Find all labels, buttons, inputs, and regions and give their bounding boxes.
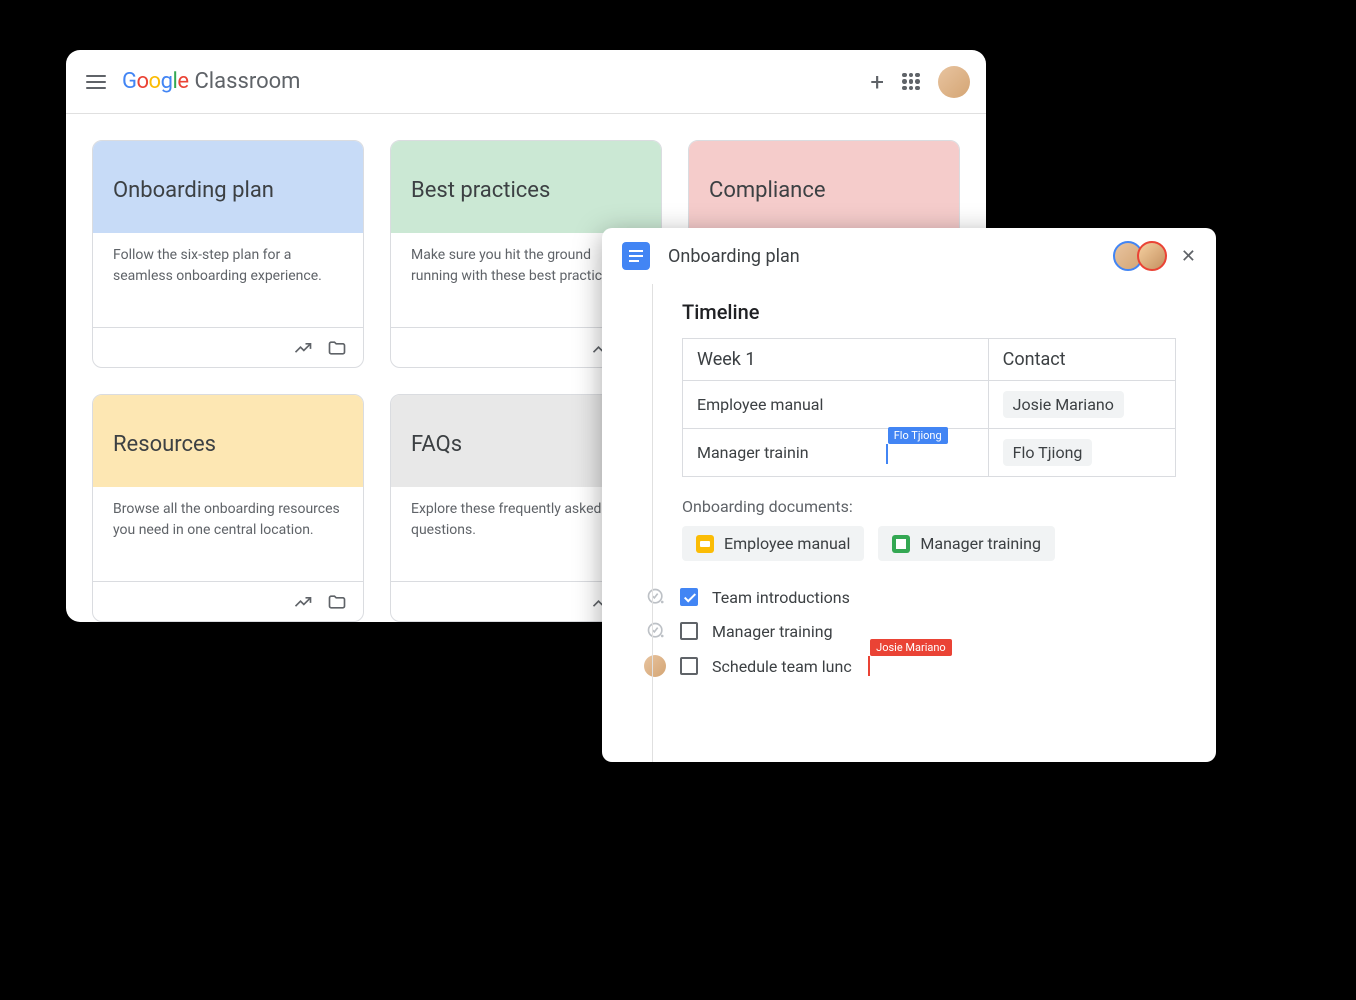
docs-title: Onboarding plan	[668, 246, 800, 267]
card-footer	[93, 327, 363, 367]
close-icon[interactable]: ✕	[1177, 242, 1200, 271]
card-title: Best practices	[411, 178, 550, 203]
docs-body: Timeline Week 1 Contact Employee manual …	[602, 284, 1216, 762]
checklist-item[interactable]: Schedule team lunc Josie Mariano	[682, 655, 1176, 677]
add-check-icon[interactable]	[646, 587, 666, 607]
collaborator-avatar-mini	[644, 655, 666, 677]
collaborator-avatar[interactable]	[1137, 241, 1167, 271]
class-card-onboarding[interactable]: Onboarding plan Follow the six-step plan…	[92, 140, 364, 368]
table-cell[interactable]: Flo Tjiong	[988, 429, 1175, 477]
checklist-item[interactable]: Team introductions	[682, 587, 1176, 607]
table-cell[interactable]: Manager trainin Flo Tjiong	[683, 429, 989, 477]
doc-chip-manager-training[interactable]: Manager training	[878, 526, 1055, 561]
card-title: Compliance	[709, 178, 826, 203]
card-header: Onboarding plan	[93, 141, 363, 233]
folder-icon[interactable]	[327, 338, 347, 358]
checkbox[interactable]	[680, 657, 698, 675]
document-chips: Employee manual Manager training	[682, 526, 1176, 561]
collaborator-avatars[interactable]	[1113, 241, 1167, 271]
sheets-icon	[892, 535, 910, 553]
classroom-topbar: Google Classroom +	[66, 50, 986, 114]
folder-icon[interactable]	[327, 592, 347, 612]
table-cell[interactable]: Josie Mariano	[988, 381, 1175, 429]
table-cell[interactable]: Contact	[988, 339, 1175, 381]
card-desc: Follow the six-step plan for a seamless …	[93, 233, 363, 327]
section-label: Onboarding documents:	[682, 497, 1176, 516]
analytics-icon[interactable]	[293, 338, 313, 358]
apps-grid-icon[interactable]	[902, 73, 920, 91]
analytics-icon[interactable]	[293, 592, 313, 612]
card-title: Resources	[113, 432, 216, 457]
card-title: Onboarding plan	[113, 178, 274, 203]
card-header: Compliance	[689, 141, 959, 233]
timeline-table: Week 1 Contact Employee manual Josie Mar…	[682, 338, 1176, 477]
collab-cursor-flo: Flo Tjiong	[888, 427, 948, 444]
card-header: Resources	[93, 395, 363, 487]
card-header: Best practices	[391, 141, 661, 233]
add-check-icon[interactable]	[646, 621, 666, 641]
card-title: FAQs	[411, 432, 462, 457]
docs-topbar: Onboarding plan ✕	[602, 228, 1216, 284]
class-card-resources[interactable]: Resources Browse all the onboarding reso…	[92, 394, 364, 622]
docs-window: Onboarding plan ✕ Timeline Week 1 Contac…	[602, 228, 1216, 762]
app-name: Classroom	[194, 69, 300, 94]
table-cell[interactable]: Week 1	[683, 339, 989, 381]
contact-chip[interactable]: Flo Tjiong	[1003, 439, 1093, 466]
checklist-label: Team introductions	[712, 588, 850, 607]
table-cell[interactable]: Employee manual	[683, 381, 989, 429]
collab-cursor-josie: Josie Mariano	[870, 639, 952, 656]
slides-icon	[696, 535, 714, 553]
menu-icon[interactable]	[86, 75, 106, 89]
checkbox[interactable]	[680, 622, 698, 640]
add-icon[interactable]: +	[870, 70, 884, 94]
user-avatar[interactable]	[938, 66, 970, 98]
contact-chip[interactable]: Josie Mariano	[1003, 391, 1124, 418]
card-desc: Browse all the onboarding resources you …	[93, 487, 363, 581]
docs-app-icon	[622, 242, 650, 270]
doc-chip-employee-manual[interactable]: Employee manual	[682, 526, 864, 561]
card-footer	[93, 581, 363, 621]
checkbox[interactable]	[680, 588, 698, 606]
timeline-heading: Timeline	[682, 300, 1176, 324]
google-logo: Google	[122, 69, 188, 94]
checklist-label: Schedule team lunc Josie Mariano	[712, 657, 852, 676]
checklist-label: Manager training	[712, 622, 833, 641]
checklist: Team introductions Manager training Sche…	[682, 587, 1176, 677]
